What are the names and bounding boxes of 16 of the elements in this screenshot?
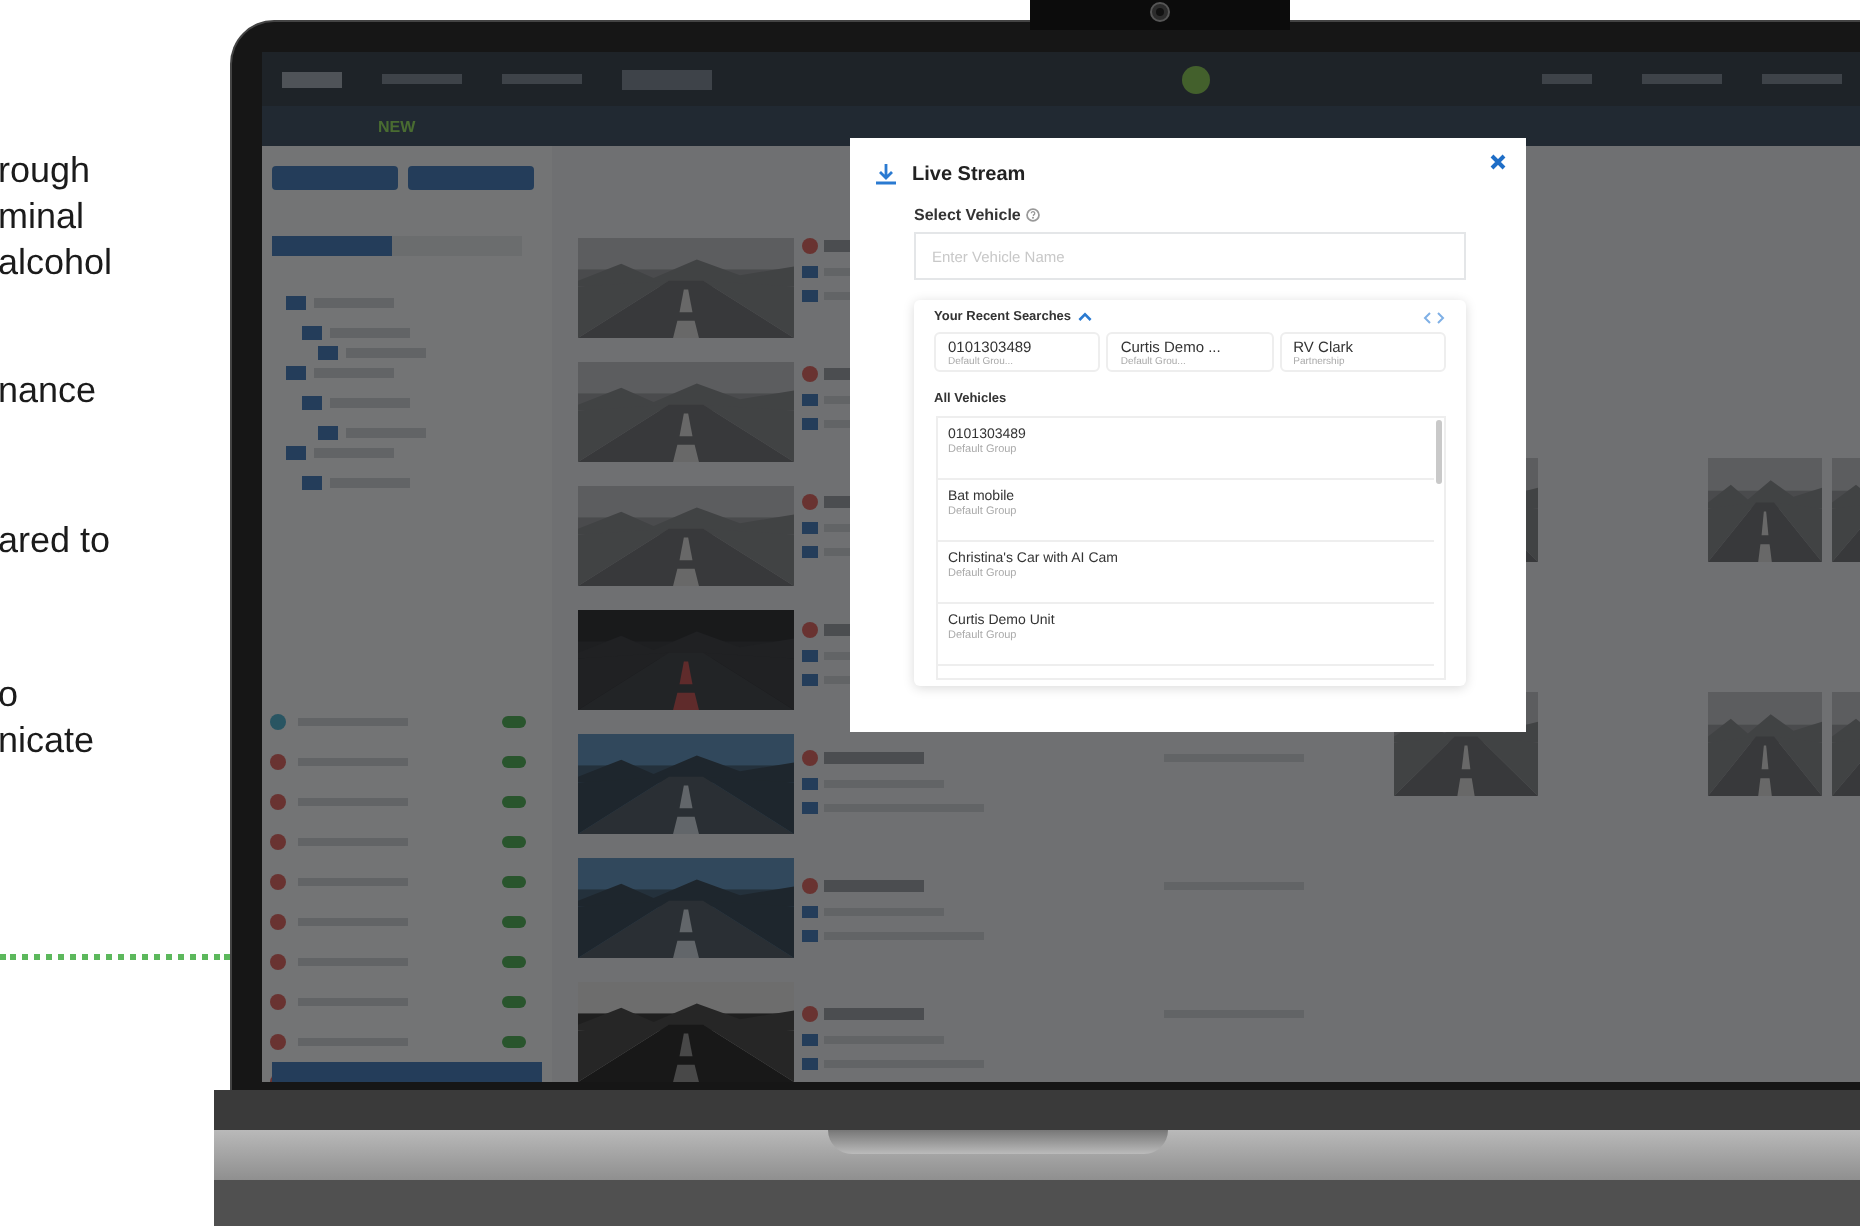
text-line: nance [0,368,97,414]
text-line: ared to [0,518,111,564]
text-line: rough [0,148,93,194]
close-icon[interactable] [1490,154,1506,170]
download-icon [874,162,898,186]
chevron-right-icon[interactable] [1436,311,1446,323]
help-icon[interactable] [1026,208,1041,222]
text-line: o [0,672,21,718]
text-line: nicate [0,718,95,764]
field-label: Select Vehicle [914,206,1021,224]
caret-icon[interactable] [1077,312,1092,322]
dialog-title: Live Stream [912,163,1026,185]
text-line: minal [0,194,87,240]
chevron-left-icon[interactable] [1422,311,1432,323]
text-line: alcohol [0,240,113,286]
new-label: NEW [378,117,416,135]
